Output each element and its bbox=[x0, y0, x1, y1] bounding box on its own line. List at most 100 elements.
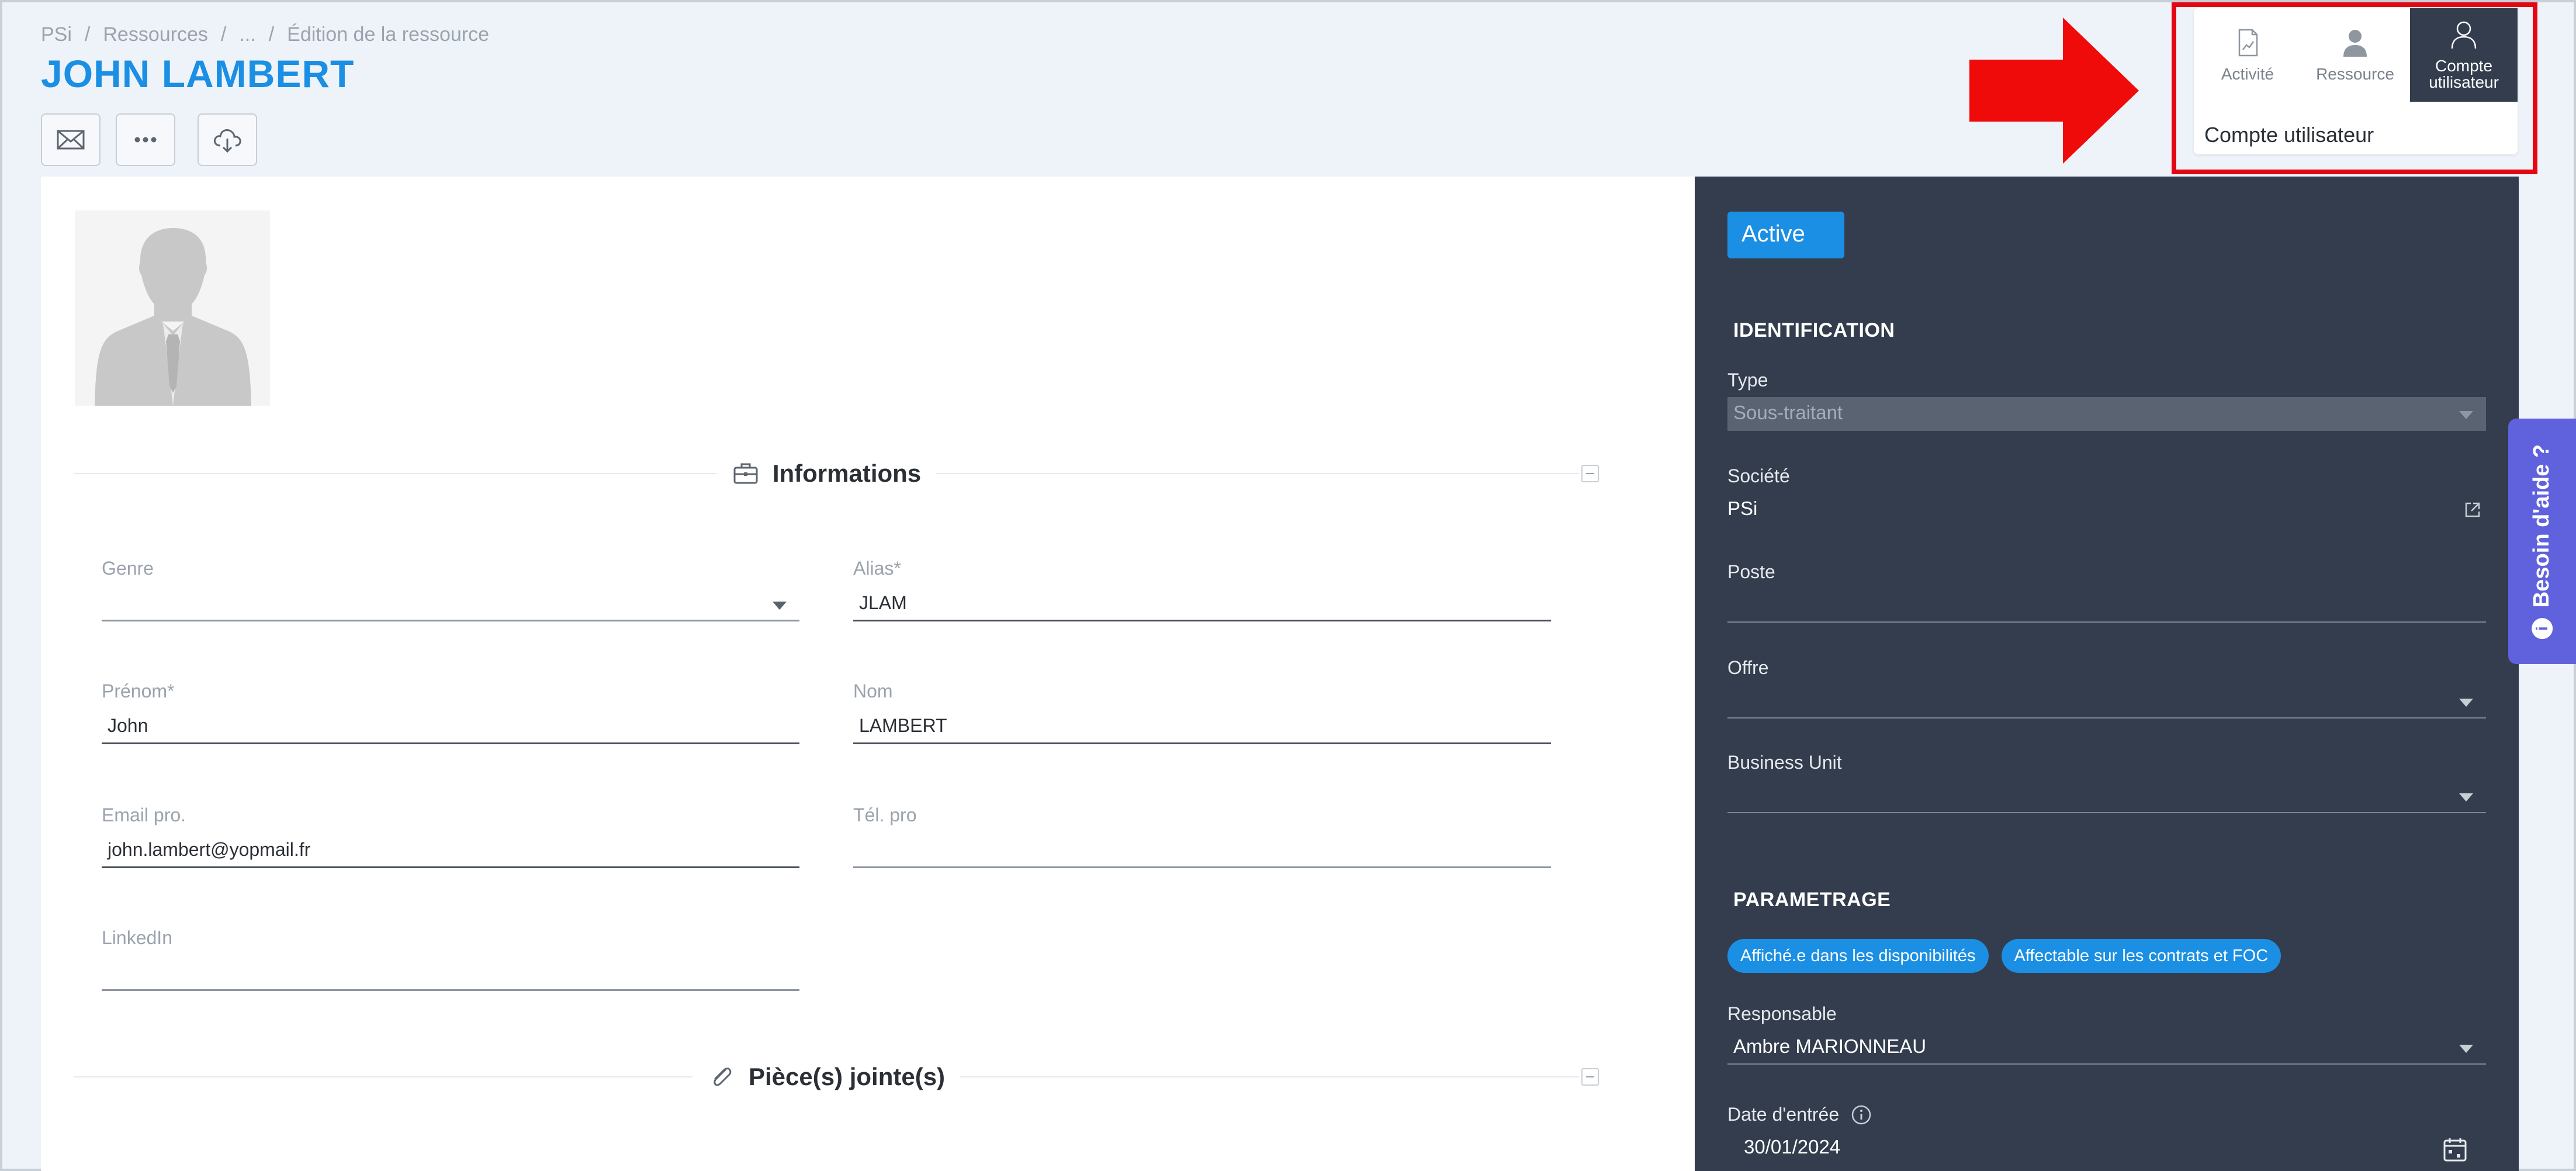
tab-activite-label: Activité bbox=[2221, 65, 2274, 83]
type-label: Type bbox=[1727, 369, 1768, 391]
prenom-field: Prénom* John bbox=[102, 681, 799, 744]
toolbar bbox=[41, 113, 257, 166]
download-button[interactable] bbox=[198, 113, 257, 166]
chevron-down-icon bbox=[773, 602, 787, 610]
resource-form-card: Informations Genre Alias* JLAM Prénom* J… bbox=[41, 177, 1695, 1171]
informations-title: Informations bbox=[772, 460, 922, 487]
responsable-field: Responsable Ambre MARIONNEAU bbox=[1727, 1003, 2486, 1065]
user-account-icon bbox=[2451, 21, 2477, 49]
help-label: Besoin d'aide ? bbox=[2529, 444, 2554, 607]
resource-side-panel: Active IDENTIFICATION Type Sous-traitant… bbox=[1695, 177, 2519, 1171]
linkedin-label: LinkedIn bbox=[102, 927, 172, 948]
calendar-icon[interactable] bbox=[2442, 1136, 2468, 1163]
date-entree-field: Date d'entrée 30/01/2024 bbox=[1727, 1104, 2486, 1165]
more-actions-button[interactable] bbox=[116, 113, 175, 166]
help-info-icon: i bbox=[2532, 617, 2553, 639]
chip-disponibilites[interactable]: Affiché.e dans les disponibilités bbox=[1727, 939, 1989, 973]
minus-icon bbox=[1586, 1076, 1594, 1077]
poste-field: Poste bbox=[1727, 561, 2486, 623]
email-label: Email pro. bbox=[102, 804, 186, 825]
attachments-section-header: Pièce(s) jointe(s) bbox=[74, 1059, 1599, 1094]
email-input[interactable]: john.lambert@yopmail.fr bbox=[102, 835, 799, 868]
collapse-attachments-button[interactable] bbox=[1581, 1068, 1599, 1086]
prenom-input[interactable]: John bbox=[102, 711, 799, 744]
breadcrumb-item-psi[interactable]: PSi bbox=[41, 23, 72, 46]
business-unit-field: Business Unit bbox=[1727, 752, 2486, 813]
linkedin-input[interactable] bbox=[102, 958, 799, 991]
genre-field: Genre bbox=[102, 558, 799, 621]
tel-label: Tél. pro bbox=[853, 804, 917, 825]
alias-input[interactable]: JLAM bbox=[853, 589, 1551, 621]
alias-label: Alias* bbox=[853, 558, 901, 579]
date-entree-input[interactable]: 30/01/2024 bbox=[1727, 1131, 2486, 1165]
business-unit-label: Business Unit bbox=[1727, 752, 1842, 773]
chevron-down-icon bbox=[2459, 793, 2473, 802]
parametrage-heading: PARAMETRAGE bbox=[1733, 889, 1891, 911]
status-button[interactable]: Active bbox=[1727, 212, 1844, 258]
linkedin-field: LinkedIn bbox=[102, 927, 799, 991]
collapse-informations-button[interactable] bbox=[1581, 465, 1599, 482]
highlight-arrow-icon bbox=[1969, 18, 2139, 164]
send-email-button[interactable] bbox=[41, 113, 101, 166]
offre-select[interactable] bbox=[1727, 685, 2486, 719]
avatar-placeholder-icon bbox=[75, 210, 270, 406]
tab-activite[interactable]: Activité bbox=[2194, 8, 2301, 102]
tab-caption: Compte utilisateur bbox=[2204, 123, 2374, 147]
breadcrumb-separator: / bbox=[84, 23, 91, 46]
business-unit-select[interactable] bbox=[1727, 779, 2486, 813]
prenom-label: Prénom* bbox=[102, 681, 175, 702]
tel-input[interactable] bbox=[853, 835, 1551, 868]
breadcrumb-item-ressources[interactable]: Ressources bbox=[103, 23, 208, 46]
genre-label: Genre bbox=[102, 558, 154, 579]
nom-field: Nom LAMBERT bbox=[853, 681, 1551, 744]
alias-field: Alias* JLAM bbox=[853, 558, 1551, 621]
type-field: Type Sous-traitant bbox=[1727, 369, 2486, 431]
tel-field: Tél. pro bbox=[853, 804, 1551, 868]
responsable-select[interactable]: Ambre MARIONNEAU bbox=[1727, 1031, 2486, 1065]
breadcrumb-item-ellipsis[interactable]: ... bbox=[239, 23, 255, 46]
breadcrumb-separator: / bbox=[220, 23, 227, 46]
date-entree-label: Date d'entrée bbox=[1727, 1104, 2486, 1125]
minus-icon bbox=[1586, 473, 1594, 474]
external-link-icon[interactable] bbox=[2463, 500, 2482, 520]
mail-icon bbox=[57, 130, 85, 150]
email-field: Email pro. john.lambert@yopmail.fr bbox=[102, 804, 799, 868]
type-select: Sous-traitant bbox=[1727, 397, 2486, 431]
responsable-label: Responsable bbox=[1727, 1003, 1837, 1024]
identification-heading: IDENTIFICATION bbox=[1733, 319, 1895, 341]
genre-select[interactable] bbox=[102, 589, 799, 621]
view-switcher: Activité Ressource Compte utilisateur Co… bbox=[2194, 8, 2518, 154]
informations-section-header: Informations bbox=[74, 456, 1599, 491]
societe-value: PSi bbox=[1727, 493, 2486, 527]
info-icon[interactable] bbox=[1851, 1104, 1872, 1125]
settings-chips: Affiché.e dans les disponibilités Affect… bbox=[1727, 939, 2281, 973]
chevron-down-icon bbox=[2459, 699, 2473, 707]
poste-input[interactable] bbox=[1727, 589, 2486, 623]
cloud-download-icon bbox=[213, 129, 241, 153]
societe-label: Société bbox=[1727, 465, 1790, 486]
paperclip-icon bbox=[714, 1068, 732, 1086]
tab-ressource[interactable]: Ressource bbox=[2301, 8, 2409, 102]
breadcrumb: PSi / Ressources / ... / Édition de la r… bbox=[41, 23, 489, 46]
chip-affectable[interactable]: Affectable sur les contrats et FOC bbox=[2001, 939, 2281, 973]
offre-label: Offre bbox=[1727, 657, 1769, 678]
nom-label: Nom bbox=[853, 681, 893, 702]
chevron-down-icon bbox=[2459, 411, 2473, 419]
tab-compte-utilisateur-label: Compte utilisateur bbox=[2429, 57, 2499, 91]
tab-compte-utilisateur[interactable]: Compte utilisateur bbox=[2410, 8, 2518, 102]
tab-ressource-label: Ressource bbox=[2316, 65, 2394, 83]
avatar[interactable] bbox=[75, 210, 270, 406]
poste-label: Poste bbox=[1727, 561, 1775, 582]
breadcrumb-separator: / bbox=[268, 23, 275, 46]
nom-input[interactable]: LAMBERT bbox=[853, 711, 1551, 744]
page-title: JOHN LAMBERT bbox=[41, 52, 355, 95]
more-icon bbox=[134, 137, 157, 143]
activity-chart-icon bbox=[2238, 29, 2258, 57]
societe-field: Société PSi bbox=[1727, 465, 2486, 527]
resource-person-icon bbox=[2343, 30, 2367, 57]
attachments-title: Pièce(s) jointe(s) bbox=[748, 1063, 946, 1090]
briefcase-icon bbox=[733, 463, 758, 484]
chevron-down-icon bbox=[2459, 1045, 2473, 1053]
help-tab[interactable]: i Besoin d'aide ? bbox=[2508, 419, 2576, 664]
breadcrumb-item-current: Édition de la ressource bbox=[287, 23, 490, 46]
